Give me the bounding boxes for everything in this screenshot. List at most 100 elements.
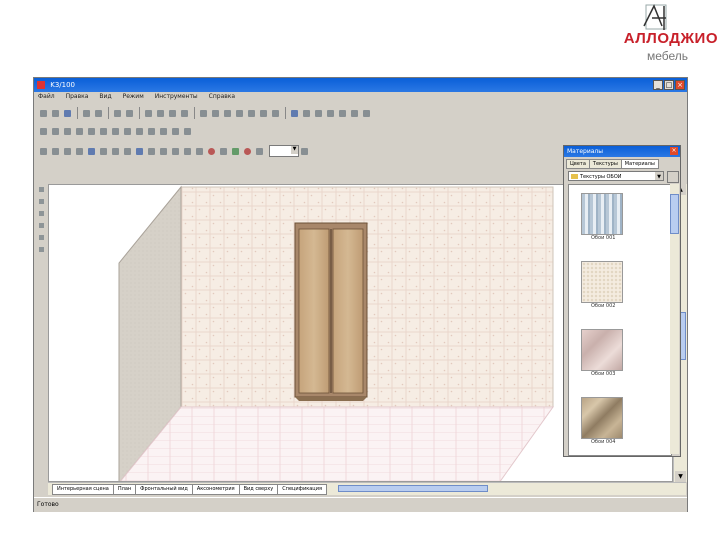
open-file-icon[interactable] [50,108,61,119]
tab-interior[interactable]: Интерьерная сцена [52,484,114,495]
sum-icon[interactable] [361,108,372,119]
door-icon[interactable] [62,146,73,157]
panel-tab-materials[interactable]: Материалы [620,159,659,169]
view-3d-icon[interactable] [289,108,300,119]
tab-axonometry[interactable]: Аксонометрия [191,484,240,495]
person-icon[interactable] [146,146,157,157]
move-icon[interactable] [134,126,145,137]
menu-help[interactable]: Справка [207,93,237,103]
select-tool-icon[interactable] [37,185,46,194]
fit-view-icon[interactable] [270,108,281,119]
point-tool-icon[interactable] [37,209,46,218]
view-side-icon[interactable] [325,108,336,119]
measure-icon[interactable] [182,126,193,137]
panel-tab-textures[interactable]: Текстуры [588,159,622,169]
wardrobe-icon[interactable] [134,146,145,157]
material-swatch[interactable] [581,261,623,303]
brick-wall-icon[interactable] [206,146,217,157]
scroll-down-icon[interactable]: ▼ [675,471,686,482]
panel-scroll-thumb[interactable] [670,194,679,234]
view-front-icon[interactable] [301,108,312,119]
paste-icon[interactable] [167,108,178,119]
texture-icon[interactable] [194,146,205,157]
tab-top[interactable]: Вид сверху [238,484,279,495]
wardrobe[interactable] [294,222,368,401]
new-file-icon[interactable] [38,108,49,119]
distribute-icon[interactable] [86,126,97,137]
delete-icon[interactable] [179,108,190,119]
copy-icon[interactable] [155,108,166,119]
camera-icon[interactable] [170,146,181,157]
align-right-icon[interactable] [50,126,61,137]
align-left-icon[interactable] [38,126,49,137]
refresh-icon[interactable] [258,108,269,119]
panel-icon[interactable] [38,146,49,157]
menu-tools[interactable]: Инструменты [153,93,200,103]
mirror-icon[interactable] [98,126,109,137]
render-icon[interactable] [242,146,253,157]
dimension-tool-icon[interactable] [37,233,46,242]
worktop-icon[interactable] [98,146,109,157]
zoom-combo[interactable]: ▼ [269,145,299,157]
pan-icon[interactable] [234,108,245,119]
scale-icon[interactable] [158,126,169,137]
preview-icon[interactable] [124,108,135,119]
minimize-button[interactable]: _ [653,80,663,90]
material-swatch[interactable] [581,193,623,235]
toolbar-standard [38,105,373,121]
menu-edit[interactable]: Правка [64,93,91,103]
rotate-icon[interactable] [146,126,157,137]
toolbar-edit [38,123,194,139]
panel-title[interactable]: Материалы [564,146,680,157]
menu-file[interactable]: Файл [36,93,57,103]
panel-scrollbar[interactable] [670,184,679,454]
save-icon[interactable] [62,108,73,119]
arc-tool-icon[interactable] [37,221,46,230]
handle-icon[interactable] [110,146,121,157]
view-render-icon[interactable] [349,108,360,119]
zoom-out-icon[interactable] [210,108,221,119]
zoom-in-icon[interactable] [198,108,209,119]
panel-close-icon[interactable]: × [670,147,678,155]
zoom-window-icon[interactable] [222,108,233,119]
menu-view[interactable]: Вид [97,93,113,103]
floor-icon[interactable] [218,146,229,157]
line-tool-icon[interactable] [37,197,46,206]
text-tool-icon[interactable] [37,245,46,254]
tab-front[interactable]: Фронтальный вид [135,484,193,495]
print-icon[interactable] [112,108,123,119]
settings-icon[interactable] [299,146,310,157]
zoom-icon[interactable] [254,146,265,157]
undo-icon[interactable] [81,108,92,119]
status-text: Готово [37,501,59,508]
tab-specification[interactable]: Спецификация [277,484,327,495]
view-top-icon[interactable] [313,108,324,119]
group-icon[interactable] [110,126,121,137]
view-iso-icon[interactable] [337,108,348,119]
light-icon[interactable] [158,146,169,157]
snap-icon[interactable] [170,126,181,137]
horizontal-scroll-thumb[interactable] [338,485,488,492]
rotate-view-icon[interactable] [246,108,257,119]
material-swatch[interactable] [581,397,623,439]
plant-icon[interactable] [230,146,241,157]
window-titlebar[interactable]: K3/100 _ □ × [34,78,687,92]
shelf-icon[interactable] [50,146,61,157]
tab-plan[interactable]: План [112,484,137,495]
material-icon[interactable] [182,146,193,157]
maximize-button[interactable]: □ [664,80,674,90]
folder-up-button[interactable] [667,171,679,183]
close-button[interactable]: × [675,80,685,90]
align-bottom-icon[interactable] [74,126,85,137]
redo-icon[interactable] [93,108,104,119]
cabinet-icon[interactable] [86,146,97,157]
menu-mode[interactable]: Режим [121,93,146,103]
align-top-icon[interactable] [62,126,73,137]
drawer-icon[interactable] [74,146,85,157]
ungroup-icon[interactable] [122,126,133,137]
panel-tab-colors[interactable]: Цвета [566,159,590,169]
cut-icon[interactable] [143,108,154,119]
folder-select[interactable]: Текстуры ОБОИ ▼ [568,171,664,181]
plinth-icon[interactable] [122,146,133,157]
material-swatch[interactable] [581,329,623,371]
